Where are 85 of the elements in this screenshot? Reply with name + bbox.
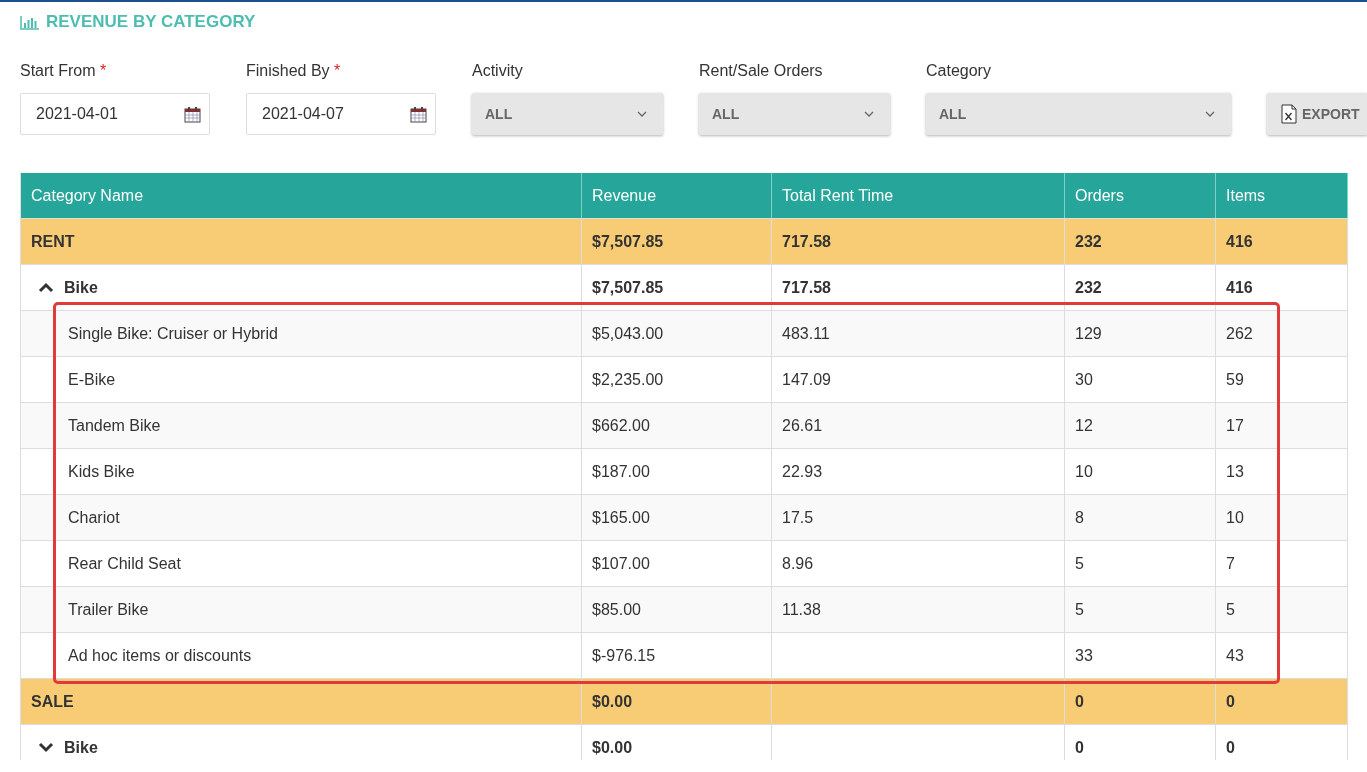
table-cell: 11.38: [772, 587, 1065, 632]
table-cell: 12: [1065, 403, 1216, 448]
field-label: Start From *: [20, 62, 108, 80]
calendar-icon[interactable]: [184, 105, 201, 123]
calendar-icon[interactable]: [410, 105, 427, 123]
category-name: Bike: [64, 738, 98, 757]
field-label: Finished By *: [246, 62, 342, 80]
table-cell: $2,235.00: [582, 357, 772, 402]
table-cell: 43: [1216, 633, 1348, 678]
table-cell: 17: [1216, 403, 1348, 448]
table-cell: $187.00: [582, 449, 772, 494]
table-cell: 232: [1065, 219, 1216, 264]
table-cell: 0: [1065, 679, 1216, 724]
table-cell: 22.93: [772, 449, 1065, 494]
table-cell: 33: [1065, 633, 1216, 678]
field-label: Rent/Sale Orders: [699, 62, 824, 80]
select-dropdown[interactable]: ALL: [472, 93, 663, 135]
table-cell: 30: [1065, 357, 1216, 402]
table-cell: 10: [1216, 495, 1348, 540]
table-cell: $662.00: [582, 403, 772, 448]
table-cell: 17.5: [772, 495, 1065, 540]
table-cell: $0.00: [582, 679, 772, 724]
table-cell: 147.09: [772, 357, 1065, 402]
column-header: Total Rent Time: [772, 173, 1065, 218]
date-field[interactable]: 2021-04-01: [20, 93, 210, 135]
table-cell: 717.58: [772, 265, 1065, 310]
column-header: Items: [1216, 173, 1348, 218]
chevron-down-icon: [1205, 111, 1215, 117]
table-cell: Ad hoc items or discounts: [21, 633, 582, 678]
table-cell: 416: [1216, 265, 1348, 310]
table-cell: 59: [1216, 357, 1348, 402]
chevron-down-icon: [864, 111, 874, 117]
table-cell: 416: [1216, 219, 1348, 264]
table-cell: 8.96: [772, 541, 1065, 586]
table-cell: Single Bike: Cruiser or Hybrid: [21, 311, 582, 356]
table-cell: 129: [1065, 311, 1216, 356]
field-label: Category: [926, 62, 992, 80]
table-cell: 7: [1216, 541, 1348, 586]
table-cell: Chariot: [21, 495, 582, 540]
column-header: Orders: [1065, 173, 1216, 218]
table-cell: Tandem Bike: [21, 403, 582, 448]
select-dropdown[interactable]: ALL: [926, 93, 1231, 135]
table-cell: 5: [1216, 587, 1348, 632]
table-cell: $107.00: [582, 541, 772, 586]
table-cell: 262: [1216, 311, 1348, 356]
caret-up-icon: [38, 282, 54, 293]
column-header: Revenue: [582, 173, 772, 218]
table-cell: Kids Bike: [21, 449, 582, 494]
table-cell: SALE: [21, 679, 582, 724]
export-button[interactable]: EXPORT: [1267, 93, 1367, 135]
table-cell: 8: [1065, 495, 1216, 540]
table-cell: 232: [1065, 265, 1216, 310]
table-cell: 0: [1216, 725, 1348, 760]
select-dropdown[interactable]: ALL: [699, 93, 890, 135]
table-cell: $0.00: [582, 725, 772, 760]
expand-toggle[interactable]: [38, 742, 54, 753]
table-cell: $-976.15: [582, 633, 772, 678]
table-cell: $85.00: [582, 587, 772, 632]
expand-toggle[interactable]: [38, 282, 54, 293]
chevron-down-icon: [637, 111, 647, 117]
table-cell: 13: [1216, 449, 1348, 494]
category-name: Bike: [64, 278, 98, 297]
table-cell: $7,507.85: [582, 265, 772, 310]
table-cell: 26.61: [772, 403, 1065, 448]
table-cell: E-Bike: [21, 357, 582, 402]
table-cell: Rear Child Seat: [21, 541, 582, 586]
caret-down-icon: [38, 742, 54, 753]
table-cell: Trailer Bike: [21, 587, 582, 632]
table-cell: 5: [1065, 541, 1216, 586]
table-cell: $7,507.85: [582, 219, 772, 264]
table-cell: 10: [1065, 449, 1216, 494]
table-cell: 483.11: [772, 311, 1065, 356]
field-label: Activity: [472, 62, 524, 80]
spreadsheet-file-icon: [1281, 104, 1297, 124]
table-cell: $165.00: [582, 495, 772, 540]
bar-chart-icon: [20, 14, 40, 30]
table-cell: 0: [1216, 679, 1348, 724]
table-cell: RENT: [21, 219, 582, 264]
page-title: REVENUE BY CATEGORY: [46, 12, 256, 32]
table-cell: 0: [1065, 725, 1216, 760]
table-cell: 5: [1065, 587, 1216, 632]
date-field[interactable]: 2021-04-07: [246, 93, 436, 135]
table-cell: 717.58: [772, 219, 1065, 264]
table-cell: $5,043.00: [582, 311, 772, 356]
column-header: Category Name: [21, 173, 582, 218]
